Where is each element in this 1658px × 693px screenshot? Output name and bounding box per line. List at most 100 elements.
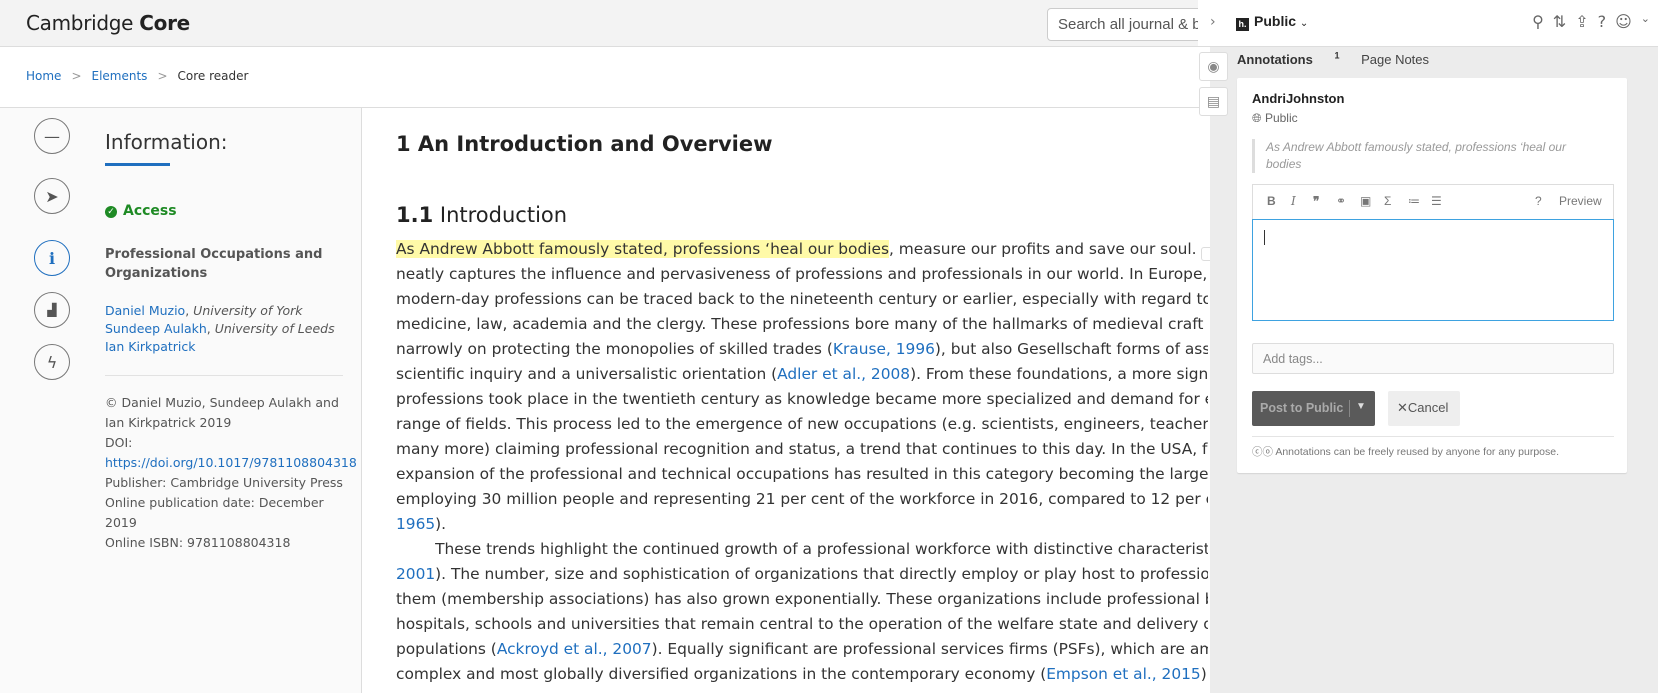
information-button[interactable]: i [34, 240, 70, 276]
citation-link[interactable]: Empson et al., 2015 [1046, 665, 1201, 683]
collapse-sidebar-icon[interactable]: › [1210, 14, 1216, 30]
text-line: them (membership associations) has also … [396, 590, 1208, 608]
metrics-button[interactable]: ▟ [34, 292, 70, 328]
citation-link[interactable]: 1965 [396, 515, 435, 533]
tab-annotations[interactable]: Annotations 1 [1237, 51, 1339, 67]
book-title: Professional Occupations and Organizatio… [105, 247, 323, 281]
italic-icon[interactable]: I [1291, 194, 1296, 208]
text-line: medicine, law, academia and the clergy. … [396, 315, 1208, 333]
section-title: 1.1 Introduction [396, 203, 568, 227]
text-caret [1264, 230, 1265, 245]
citation-link[interactable]: Adler et al., 2008 [777, 365, 910, 383]
text-line: neatly captures the influence and pervas… [396, 265, 1208, 283]
sidebar-toolbar: ⚲ ⇅ ⇪ ? ☺ ⌄ [1532, 12, 1650, 31]
copyright: © Daniel Muzio, Sundeep Aulakh and Ian K… [105, 395, 339, 430]
chevron-down-icon: ⌄ [1299, 18, 1309, 29]
lightning-icon: ϟ [46, 352, 58, 372]
online-date: Online publication date: December 2019 [105, 495, 324, 530]
cambridge-core-logo[interactable]: Cambridge Core [26, 11, 190, 35]
cancel-button[interactable]: ✕Cancel [1388, 391, 1460, 426]
text-line: 2001). The number, size and sophisticati… [396, 565, 1208, 583]
breadcrumb-current: Core reader [177, 69, 249, 83]
annotation-card: AndriJohnston 🌐︎ Public As Andrew Abbott… [1237, 78, 1627, 473]
breadcrumb-elements[interactable]: Elements [92, 69, 148, 83]
author-link[interactable]: Ian Kirkpatrick [105, 339, 196, 354]
numbered-list-icon[interactable]: ≔ [1408, 194, 1420, 208]
help-icon[interactable]: ? [1535, 194, 1542, 208]
image-icon[interactable]: ▣ [1360, 194, 1371, 208]
tab-page-notes[interactable]: Page Notes [1361, 52, 1429, 67]
eye-icon: ◉ [1207, 58, 1220, 75]
doi-label: DOI: [105, 435, 133, 450]
breadcrumb: Home > Elements > Core reader [26, 69, 248, 83]
access-status: ✓ Access [105, 203, 177, 219]
divider [1252, 436, 1614, 437]
compass-icon: ➤ [45, 186, 59, 206]
navigation-button[interactable]: ➤ [34, 178, 70, 214]
author-link[interactable]: Daniel Muzio [105, 303, 185, 318]
help-icon[interactable]: ? [1598, 12, 1607, 31]
post-dropdown-icon[interactable]: ▼ [1356, 401, 1366, 412]
text-line: professions took place in the twentieth … [396, 390, 1208, 408]
toggle-highlights-button[interactable]: ◉ [1199, 52, 1228, 81]
divider [1349, 400, 1350, 417]
preview-button[interactable]: Preview [1559, 194, 1602, 208]
sidebar-header: › h. Public ⌄ ⚲ ⇅ ⇪ ? ☺ ⌄ [1198, 0, 1658, 47]
math-icon[interactable]: Σ [1384, 194, 1391, 208]
publisher: Publisher: Cambridge University Press [105, 475, 343, 490]
close-icon: ✕ [1397, 400, 1408, 415]
actions-button[interactable]: ϟ [34, 344, 70, 380]
search-icon[interactable]: ⚲ [1532, 12, 1544, 31]
annotation-textarea[interactable] [1252, 219, 1614, 321]
note-icon: ▤ [1206, 93, 1221, 110]
collapse-button[interactable]: — [34, 118, 70, 154]
isbn: Online ISBN: 9781108804318 [105, 535, 291, 550]
text-line: As Andrew Abbott famously stated, profes… [396, 240, 1197, 258]
share-icon[interactable]: ⇪ [1575, 12, 1588, 31]
highlighted-text[interactable]: As Andrew Abbott famously stated, profes… [396, 240, 890, 258]
chevron-down-icon[interactable]: ⌄ [1641, 12, 1650, 31]
minus-icon: — [44, 126, 60, 146]
cc-icon: ⓒⓞ [1252, 446, 1273, 458]
author-link[interactable]: Sundeep Aulakh [105, 321, 207, 336]
annotation-quote: As Andrew Abbott famously stated, profes… [1252, 139, 1597, 173]
user-icon[interactable]: ☺ [1615, 12, 1632, 31]
annotation-user[interactable]: AndriJohnston [1252, 91, 1344, 106]
bulleted-list-icon[interactable]: ☰ [1431, 194, 1442, 208]
new-page-note-button[interactable]: ▤ [1199, 87, 1228, 116]
doi-link[interactable]: https://doi.org/10.1017/9781108804318 [105, 455, 357, 470]
title-underline [105, 163, 170, 166]
text-line: many more) claiming professional recogni… [396, 440, 1208, 458]
text-line: expansion of the professional and techni… [396, 465, 1208, 483]
text-line: narrowly on protecting the monopolies of… [396, 340, 1208, 358]
post-button[interactable]: Post to Public ▼ [1252, 391, 1375, 426]
quote-icon[interactable]: ❞ [1313, 194, 1319, 208]
text-line: These trends highlight the continued gro… [396, 540, 1208, 558]
bold-icon[interactable]: B [1267, 194, 1276, 208]
group-selector[interactable]: h. Public ⌄ [1236, 13, 1308, 31]
sort-icon[interactable]: ⇅ [1553, 12, 1566, 31]
article-body: As Andrew Abbott famously stated, profes… [396, 237, 1208, 687]
breadcrumb-separator: > [71, 69, 82, 83]
chart-icon: ▟ [47, 303, 57, 317]
book-metadata: © Daniel Muzio, Sundeep Aulakh and Ian K… [105, 393, 357, 553]
reader-content: 1 An Introduction and Overview 1.1 Intro… [363, 108, 1208, 693]
citation-link[interactable]: 2001 [396, 565, 435, 583]
tags-input[interactable]: Add tags... [1252, 343, 1614, 374]
divider [105, 375, 343, 376]
text-line: 1965). [396, 515, 447, 533]
breadcrumb-separator: > [157, 69, 168, 83]
citation-link[interactable]: Ackroyd et al., 2007 [497, 640, 652, 658]
globe-icon: 🌐︎ [1252, 111, 1262, 125]
citation-link[interactable]: Krause, 1996 [833, 340, 935, 358]
breadcrumb-home[interactable]: Home [26, 69, 61, 83]
chapter-title: 1 An Introduction and Overview [396, 132, 773, 156]
link-icon[interactable]: ⚭ [1336, 194, 1346, 208]
text-line: populations (Ackroyd et al., 2007). Equa… [396, 640, 1208, 658]
check-icon: ✓ [105, 206, 117, 218]
text-line: range of fields. This process led to the… [396, 415, 1208, 433]
text-line: hospitals, schools and universities that… [396, 615, 1208, 633]
sidebar-tabs: Annotations 1 Page Notes [1237, 51, 1447, 67]
info-title: Information: [105, 130, 228, 154]
hypothesis-logo-icon: h. [1236, 18, 1249, 31]
